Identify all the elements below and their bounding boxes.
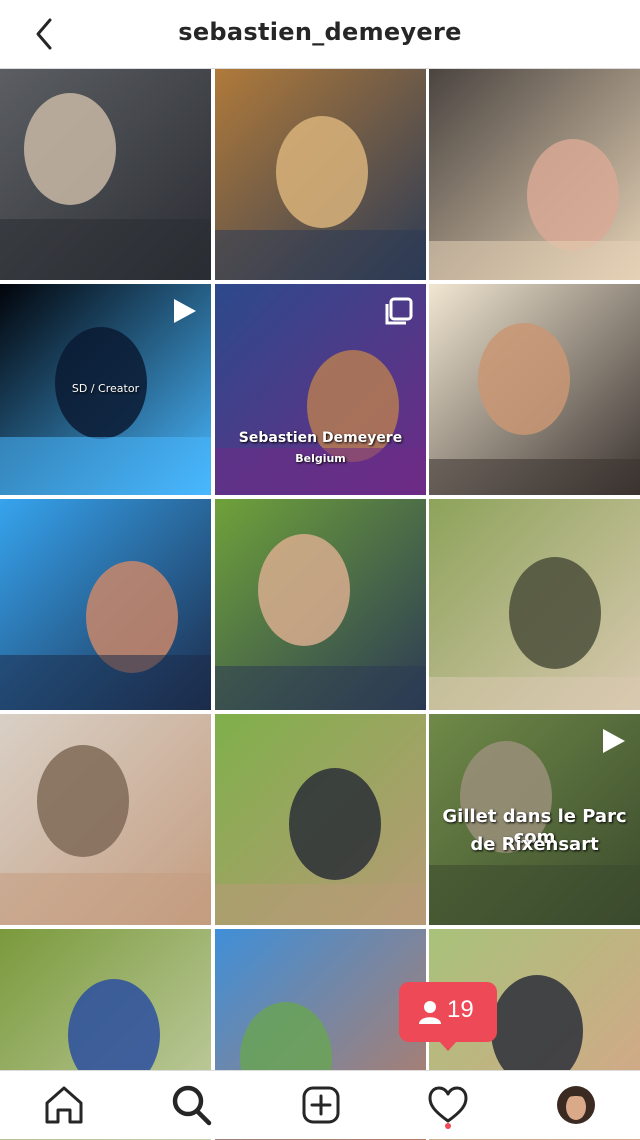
post-image xyxy=(215,499,426,710)
home-icon xyxy=(45,1086,83,1124)
post-image xyxy=(429,284,640,495)
post-thumbnail[interactable]: Sebastien Demeyere Belgium xyxy=(215,284,426,495)
post-thumbnail[interactable] xyxy=(429,499,640,710)
post-image xyxy=(0,69,211,280)
add-post-icon xyxy=(302,1086,340,1124)
post-thumbnail[interactable] xyxy=(429,284,640,495)
post-thumbnail[interactable] xyxy=(0,499,211,710)
follower-notification-bubble[interactable]: 19 xyxy=(399,982,497,1051)
post-subcaption-overlay: de Rixensart xyxy=(470,834,599,855)
post-image xyxy=(215,714,426,925)
search-icon xyxy=(172,1085,212,1126)
post-thumbnail[interactable] xyxy=(0,69,211,280)
person-icon xyxy=(419,1001,441,1024)
top-bar: sebastien_demeyere xyxy=(0,0,640,69)
post-thumbnail[interactable]: SD / Creator xyxy=(0,284,211,495)
post-thumbnail[interactable] xyxy=(0,714,211,925)
activity-indicator-dot xyxy=(445,1123,451,1129)
tab-search[interactable] xyxy=(167,1081,215,1129)
post-image xyxy=(429,499,640,710)
post-caption-overlay: SD / Creator xyxy=(71,382,140,395)
post-thumbnail[interactable]: Gillet dans le Parc com de Rixensart xyxy=(429,714,640,925)
post-thumbnail[interactable] xyxy=(215,714,426,925)
bottom-tab-bar xyxy=(0,1070,640,1139)
profile-avatar xyxy=(557,1086,595,1124)
post-caption-overlay: Sebastien Demeyere xyxy=(238,430,403,446)
post-image xyxy=(429,69,640,280)
notification-count: 19 xyxy=(447,996,474,1023)
post-image xyxy=(0,499,211,710)
post-thumbnail[interactable] xyxy=(429,69,640,280)
post-thumbnail[interactable] xyxy=(215,69,426,280)
tab-profile[interactable] xyxy=(552,1081,600,1129)
tab-home[interactable] xyxy=(40,1081,88,1129)
carousel-icon xyxy=(385,297,413,325)
post-subcaption-overlay: Belgium xyxy=(295,452,346,465)
post-grid: SD / Creator Sebastien Demeyere Belgium Gil… xyxy=(0,69,640,1140)
video-icon xyxy=(603,729,625,753)
video-icon xyxy=(174,299,196,323)
post-image xyxy=(0,714,211,925)
post-thumbnail[interactable] xyxy=(215,499,426,710)
tab-new-post[interactable] xyxy=(297,1081,345,1129)
tab-activity[interactable] xyxy=(424,1081,472,1129)
heart-icon xyxy=(428,1086,468,1123)
profile-username: sebastien_demeyere xyxy=(178,18,462,46)
post-image xyxy=(215,69,426,280)
